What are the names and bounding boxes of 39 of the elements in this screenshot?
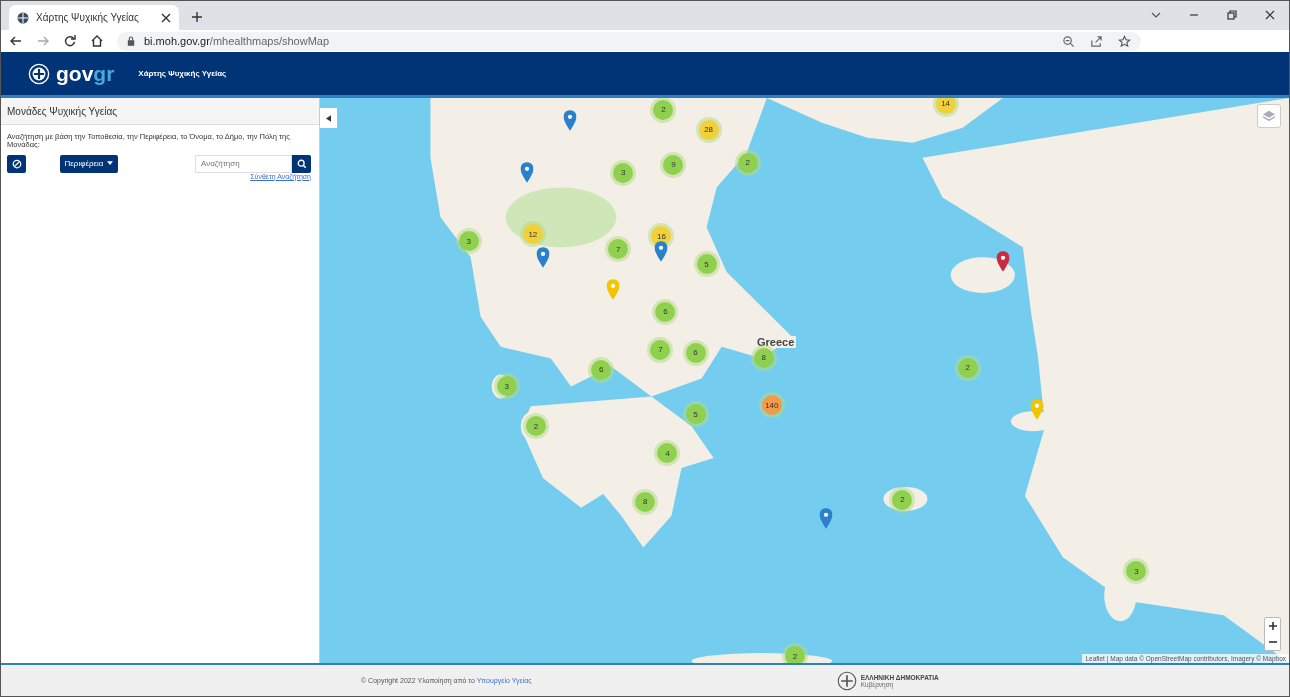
address-bar[interactable]: bi.moh.gov.gr/mhealthmaps/showMap xyxy=(117,31,1141,51)
map-pin-icon[interactable] xyxy=(654,241,668,263)
close-icon[interactable] xyxy=(161,12,171,23)
lock-icon xyxy=(127,36,135,46)
map-pin-icon[interactable] xyxy=(563,109,577,131)
site-logo[interactable]: govgr xyxy=(56,61,115,86)
new-tab-icon[interactable] xyxy=(191,11,203,23)
search-button[interactable] xyxy=(292,154,311,173)
map-pin-icon[interactable] xyxy=(520,161,534,183)
search-icon xyxy=(296,158,307,169)
caret-left-icon xyxy=(326,114,331,122)
restore-icon[interactable] xyxy=(1226,9,1238,21)
star-icon[interactable] xyxy=(1118,34,1131,48)
panel-header: Μονάδες Ψυχικής Υγείας xyxy=(1,98,319,125)
map-pin-icon[interactable] xyxy=(536,247,550,269)
ban-icon xyxy=(11,158,22,169)
share-icon[interactable] xyxy=(1090,34,1103,48)
zoom-icon[interactable] xyxy=(1062,34,1075,48)
country-label: Greece xyxy=(755,336,797,348)
browser-tab[interactable]: Χάρτης Ψυχικής Υγείας xyxy=(9,5,179,30)
globe-icon xyxy=(17,11,29,24)
map-pin-icon[interactable] xyxy=(996,251,1010,273)
collapse-panel-button[interactable] xyxy=(320,108,337,128)
search-field[interactable]: Αναζήτηση xyxy=(195,154,292,173)
emblem-icon xyxy=(836,670,857,691)
layers-icon xyxy=(1262,110,1276,122)
map-pin-icon[interactable] xyxy=(819,507,833,529)
close-icon[interactable] xyxy=(1264,9,1276,21)
emblem-icon xyxy=(28,62,50,85)
tab-title: Χάρτης Ψυχικής Υγείας xyxy=(36,12,140,23)
site-title: Χάρτης Ψυχικής Υγείας xyxy=(138,69,227,78)
clear-button[interactable] xyxy=(7,154,26,173)
home-icon[interactable] xyxy=(90,34,104,48)
url-text: bi.moh.gov.gr/mhealthmaps/showMap xyxy=(144,35,330,47)
back-arrow-icon[interactable] xyxy=(9,34,23,48)
reload-icon[interactable] xyxy=(63,34,77,48)
region-dropdown[interactable]: Περιφέρεια xyxy=(60,154,118,173)
zoom-in-icon[interactable] xyxy=(1267,621,1278,631)
caret-icon xyxy=(107,161,114,167)
